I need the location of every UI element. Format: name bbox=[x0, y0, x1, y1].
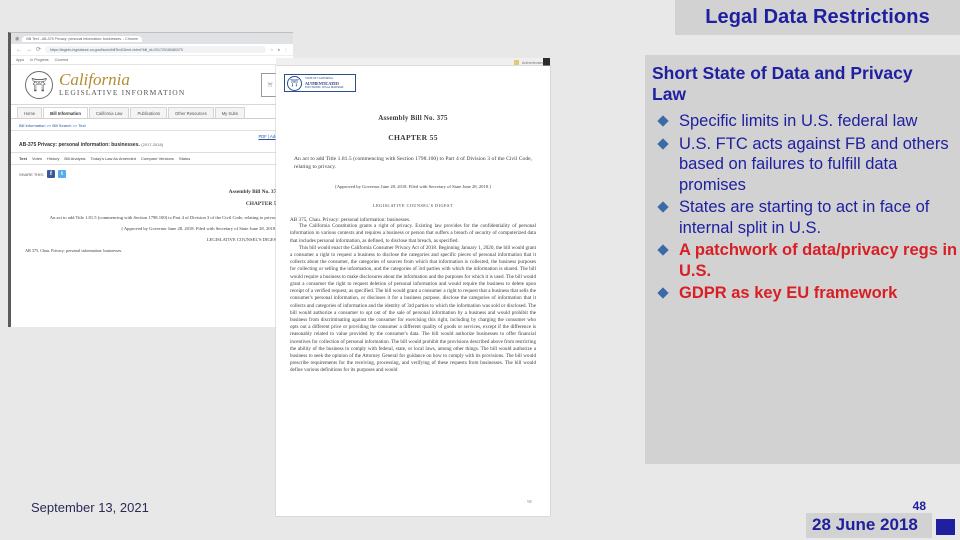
bookmarks-bar: Apps In Progress Covered bbox=[11, 56, 293, 65]
profile-icon[interactable]: ● bbox=[278, 47, 280, 52]
pdf-viewer-label: Authenticated bbox=[522, 60, 544, 65]
footer-accent-square bbox=[936, 519, 955, 535]
bookmark-apps[interactable]: Apps bbox=[16, 58, 24, 62]
twitter-icon[interactable]: t bbox=[58, 170, 67, 178]
bill-sub-tabs: Text Votes History Bill Analysis Today's… bbox=[11, 152, 293, 165]
approved-line: [ Approved by Governor June 28, 2018. Fi… bbox=[121, 226, 279, 231]
sub-tab-history[interactable]: History bbox=[47, 156, 59, 161]
share-row: SHARE THIS: f t bbox=[11, 165, 293, 183]
facebook-icon[interactable]: f bbox=[47, 170, 56, 178]
pdf-link[interactable]: PDF bbox=[258, 134, 266, 139]
diamond-bullet-icon bbox=[657, 115, 669, 127]
pdf-paragraph-2: This bill would enact the California Con… bbox=[290, 244, 536, 374]
pdf-chapter: CHAPTER 55 bbox=[388, 133, 438, 142]
slide-canvas: ◉ Bill Text - AB-375 Privacy: personal i… bbox=[0, 0, 960, 540]
forward-icon[interactable]: → bbox=[26, 47, 32, 53]
nav-tab-california-law[interactable]: California Law bbox=[88, 107, 130, 118]
nav-tab-bill-information[interactable]: Bill Information bbox=[43, 107, 88, 118]
counsel-digest-line: LEGISLATIVE COUNSEL'S DIGEST bbox=[206, 237, 279, 242]
bill-no-line: Assembly Bill No. 375 bbox=[228, 189, 279, 195]
ab-line: AB 375, Chau. Privacy: personal informat… bbox=[25, 248, 123, 253]
list-item-text: A patchwork of data/privacy regs in U.S. bbox=[679, 241, 958, 280]
bookmark-in-progress[interactable]: In Progress bbox=[30, 58, 48, 62]
footer-date-right: 28 June 2018 bbox=[812, 515, 918, 534]
browser-title-bar: ◉ Bill Text - AB-375 Privacy: personal i… bbox=[11, 33, 293, 44]
page-title: Legal Data Restrictions bbox=[705, 6, 930, 28]
slide-title-box: Legal Data Restrictions bbox=[675, 0, 960, 35]
breadcrumb[interactable]: Bill Information >> Bill Search >> Text bbox=[11, 119, 293, 131]
address-bar[interactable]: https://leginfo.legislature.ca.gov/faces… bbox=[45, 46, 266, 53]
sub-tab-bill-analysis[interactable]: Bill Analysis bbox=[64, 156, 85, 161]
diamond-bullet-icon bbox=[657, 287, 669, 299]
nav-tab-other-resources[interactable]: Other Resources bbox=[168, 107, 214, 118]
pdf-page-number: 91 bbox=[527, 499, 532, 504]
bill-text-body: Assembly Bill No. 375 CHAPTER 55 An act … bbox=[11, 183, 293, 259]
diamond-bullet-icon bbox=[657, 244, 669, 256]
sub-tab-text[interactable]: Text bbox=[19, 156, 27, 161]
menu-icon[interactable]: ⋮ bbox=[284, 47, 288, 52]
slide-body-box: Short State of Data and Privacy Law Spec… bbox=[645, 55, 960, 464]
stamp-authenticated-label: AUTHENTICATED bbox=[305, 80, 339, 86]
list-item-text: GDPR as key EU framework bbox=[679, 284, 898, 302]
list-item-text: U.S. FTC acts against FB and others base… bbox=[679, 134, 949, 194]
act-line: An act to add Title 1.81.5 (commencing w… bbox=[49, 215, 279, 220]
reload-icon[interactable]: ⟳ bbox=[36, 46, 41, 53]
site-logo-subtitle: LEGISLATIVE INFORMATION bbox=[59, 88, 186, 98]
nav-tab-publications[interactable]: Publications bbox=[130, 107, 168, 118]
diamond-bullet-icon bbox=[657, 201, 669, 213]
stamp-sub-label: ELECTRONIC LEGAL MATERIAL bbox=[305, 85, 344, 89]
bill-action-links: PDF | Add To bbox=[11, 131, 293, 140]
diamond-bullet-icon bbox=[657, 137, 669, 150]
bill-session: (2017-2018) bbox=[141, 142, 164, 147]
list-item: A patchwork of data/privacy regs in U.S. bbox=[655, 240, 960, 281]
nav-tab-home[interactable]: Home bbox=[17, 107, 43, 118]
nav-tab-my-subs[interactable]: My Subs bbox=[214, 107, 245, 118]
page-favicon: ◉ bbox=[15, 35, 20, 42]
sub-tab-votes[interactable]: Votes bbox=[32, 156, 42, 161]
pdf-badge-icon bbox=[514, 60, 520, 65]
bookmark-covered[interactable]: Covered bbox=[55, 58, 69, 62]
state-seal-icon: ⛩ bbox=[287, 75, 302, 91]
browser-toolbar: ← → ⟳ https://leginfo.legislature.ca.gov… bbox=[11, 44, 293, 56]
back-icon[interactable]: ← bbox=[16, 47, 22, 53]
list-item: U.S. FTC acts against FB and others base… bbox=[655, 134, 960, 196]
list-item: States are starting to act in face of in… bbox=[655, 197, 960, 238]
star-icon[interactable]: ☆ bbox=[270, 47, 274, 52]
footer-date-left: September 13, 2021 bbox=[31, 500, 149, 515]
pdf-document-page: ⛩ STATE OF CALIFORNIA AUTHENTICATED ELEC… bbox=[276, 66, 550, 516]
sub-tab-compare-versions[interactable]: Compare Versions bbox=[141, 156, 174, 161]
list-item-text: Specific limits in U.S. federal law bbox=[679, 112, 918, 130]
list-item: GDPR as key EU framework bbox=[655, 283, 960, 304]
list-item: Specific limits in U.S. federal law bbox=[655, 111, 960, 132]
pdf-counsel-digest-heading: LEGISLATIVE COUNSEL'S DIGEST bbox=[373, 203, 453, 209]
site-nav-tabs: Home Bill Information California Law Pub… bbox=[11, 105, 293, 119]
bullet-list: Specific limits in U.S. federal law U.S.… bbox=[649, 111, 957, 304]
slide-number: 48 bbox=[912, 499, 926, 513]
pdf-act-text: An act to add Title 1.81.5 (commencing w… bbox=[294, 156, 532, 171]
browser-screenshot-image: ◉ Bill Text - AB-375 Privacy: personal i… bbox=[8, 32, 293, 327]
share-label: SHARE THIS: bbox=[19, 171, 45, 177]
browser-tab-title[interactable]: Bill Text - AB-375 Privacy: personal inf… bbox=[22, 35, 142, 42]
site-logo-script: California bbox=[59, 69, 130, 89]
sub-tab-status[interactable]: Status bbox=[179, 156, 190, 161]
pdf-approved-text: [Approved by Governor June 28, 2018. Fil… bbox=[335, 184, 491, 190]
sub-tab-todays-law-as-amended[interactable]: Today's Law As Amended bbox=[91, 156, 136, 161]
bill-heading: AB-375 Privacy: personal information: bu… bbox=[11, 140, 293, 152]
pdf-paragraph-1: The California Constitution grants a rig… bbox=[290, 223, 536, 244]
pdf-bill-number: Assembly Bill No. 375 bbox=[378, 114, 448, 122]
chapter-line: CHAPTER 55 bbox=[245, 201, 279, 207]
site-header: ⛩ California LEGISLATIVE INFORMATION ⛩ bbox=[11, 65, 293, 105]
slide-subtitle: Short State of Data and Privacy Law bbox=[652, 63, 913, 104]
authenticated-stamp: ⛩ STATE OF CALIFORNIA AUTHENTICATED ELEC… bbox=[284, 74, 356, 92]
bill-heading-text: AB-375 Privacy: personal information: bu… bbox=[19, 142, 140, 148]
list-item-text: States are starting to act in face of in… bbox=[679, 198, 930, 237]
california-seal-icon: ⛩ bbox=[25, 70, 53, 99]
